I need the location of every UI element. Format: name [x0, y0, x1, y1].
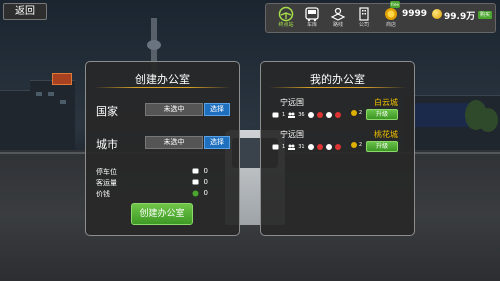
city-label: 城市 [96, 138, 118, 151]
money-counter: 9999 [402, 9, 428, 19]
bus-icon [192, 168, 199, 174]
menu-garage[interactable]: 车库 [300, 6, 324, 32]
rider-count: 31 [298, 144, 305, 150]
bus-count: 1 [282, 144, 286, 150]
passenger-label: 客运量 [96, 179, 117, 187]
steering-wheel-icon [278, 6, 294, 22]
office-country: 宁远国 [280, 98, 304, 107]
office-country: 宁远国 [280, 130, 304, 139]
building [30, 80, 75, 150]
bus-icon [305, 7, 319, 22]
coin-icon [350, 110, 357, 116]
bus-count: 1 [282, 112, 286, 118]
menu-routes[interactable]: 路线 [326, 6, 350, 32]
office-item[interactable]: 宁远国 白云城 1 36 2 升级 [267, 97, 404, 124]
price-label: 价钱 [96, 190, 110, 198]
bus-icon [192, 179, 199, 185]
gold-counter: 99.9万 [444, 12, 476, 22]
select-city-button[interactable]: 选择 [204, 136, 230, 149]
game-background-scene [0, 0, 500, 281]
title-divider [269, 87, 406, 88]
passengers-icon [288, 112, 296, 118]
parking-label: 停车位 [96, 168, 117, 176]
menu-shop[interactable]: 商店 [379, 6, 403, 32]
bus-icon [272, 144, 279, 150]
tv-tower-ball [147, 40, 161, 50]
status-icon [334, 112, 341, 118]
menu-label: 公司 [358, 22, 369, 28]
map-icon [330, 7, 346, 21]
status-icon [316, 144, 323, 150]
menu-label: 路线 [332, 22, 343, 28]
menu-company[interactable]: 公司 [352, 6, 376, 32]
country-label: 国家 [96, 105, 118, 118]
status-icon [316, 112, 323, 118]
passengers-icon [288, 144, 296, 150]
upgrade-button[interactable]: 升级 [366, 141, 398, 152]
seat-icon [307, 144, 314, 150]
office-level: 2 [350, 142, 362, 148]
office-stats: 1 31 [272, 142, 341, 152]
coin-icon [350, 142, 357, 148]
office-item[interactable]: 宁远国 桃花城 1 31 2 升级 [267, 129, 404, 156]
upgrade-button[interactable]: 升级 [366, 109, 398, 120]
select-country-button[interactable]: 选择 [204, 103, 230, 116]
gold-coin-icon [432, 9, 442, 19]
coin-icon [192, 190, 199, 197]
ticket-icon [325, 112, 332, 118]
seat-icon [307, 112, 314, 118]
shop-icon [385, 8, 397, 20]
parking-value: 0 [203, 167, 208, 175]
ticket-icon [325, 144, 332, 150]
office-stats: 1 36 [272, 110, 341, 120]
shop-free-badge: free [390, 1, 400, 8]
office-city: 白云城 [374, 98, 398, 107]
rider-count: 36 [298, 112, 305, 118]
menu-label: 商店 [385, 22, 396, 28]
panel-title: 我的办公室 [310, 73, 365, 86]
title-divider [94, 87, 231, 88]
country-value: 未选中 [145, 103, 203, 116]
building-icon [359, 7, 369, 21]
bus-stop-sign [52, 73, 72, 85]
menu-label: 终点站 [278, 22, 294, 28]
city-value: 未选中 [145, 136, 203, 149]
passenger-value: 0 [203, 178, 208, 186]
menu-terminal[interactable]: 终点站 [274, 6, 298, 32]
bus-icon [272, 112, 279, 118]
office-level: 2 [350, 110, 362, 116]
office-city: 桃花城 [374, 130, 398, 139]
menu-label: 车库 [306, 22, 317, 28]
panel-title: 创建办公室 [135, 73, 190, 86]
create-office-button[interactable]: 创建办公室 [131, 203, 193, 225]
buy-currency-button[interactable]: 购买 [478, 11, 492, 19]
back-button[interactable]: 返回 [3, 3, 47, 20]
status-icon [334, 144, 341, 150]
price-value: 0 [203, 189, 208, 197]
